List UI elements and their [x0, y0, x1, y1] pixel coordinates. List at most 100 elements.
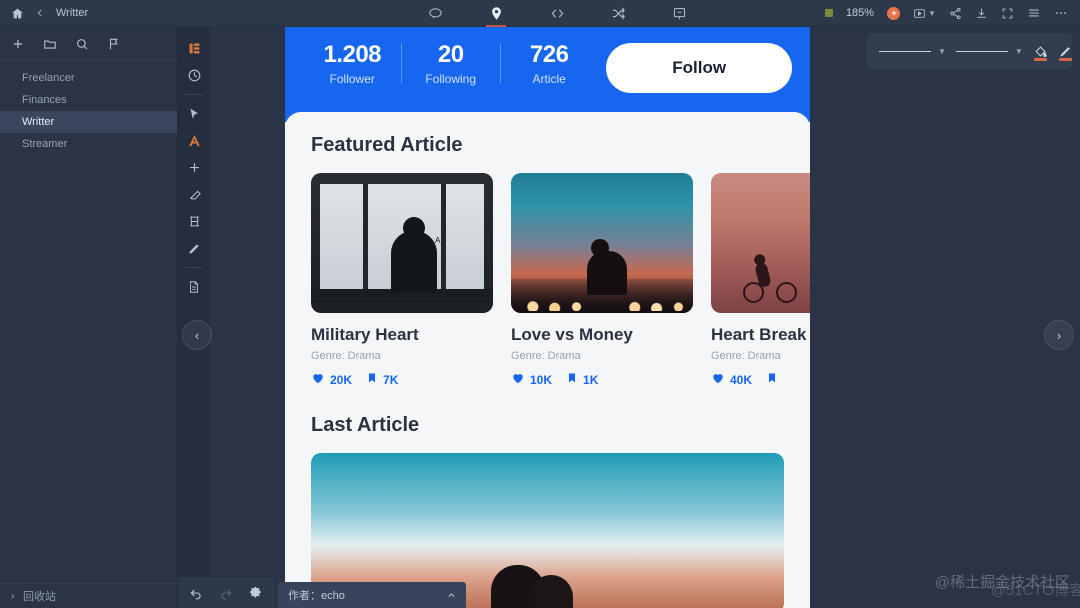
stroke-width-dropdown[interactable]: ▼	[955, 47, 1023, 56]
add-shape-icon[interactable]	[180, 154, 208, 181]
play-dropdown[interactable]: ▼	[913, 7, 936, 20]
heart-icon	[711, 371, 725, 388]
chevron-right-icon[interactable]	[9, 593, 16, 600]
sidebar-item-label: Writter	[22, 116, 55, 128]
chevron-down-icon[interactable]: ▼	[1015, 47, 1023, 56]
chevron-left-icon[interactable]	[35, 8, 45, 18]
stat-following[interactable]: 20 Following	[401, 39, 499, 86]
stat-follower[interactable]: 1.208 Follower	[303, 39, 401, 86]
page-icon[interactable]	[180, 273, 208, 300]
chevron-up-icon[interactable]	[447, 591, 456, 600]
like-stat[interactable]: 20K	[311, 371, 352, 388]
flag-icon[interactable]	[107, 37, 121, 51]
brush-icon[interactable]	[1058, 40, 1073, 62]
sidebar-item-writter[interactable]: Writter	[0, 111, 177, 133]
save-stat[interactable]: 7K	[366, 371, 398, 388]
status-dot	[824, 9, 833, 17]
article-stats: 40K	[711, 371, 810, 388]
pointer-icon[interactable]	[180, 100, 208, 127]
author-bar[interactable]: 作者：echo	[278, 582, 466, 608]
folder-icon[interactable]	[43, 37, 57, 51]
download-icon[interactable]	[975, 7, 988, 20]
fill-bucket-icon[interactable]	[1033, 40, 1048, 62]
follow-button[interactable]: Follow	[606, 43, 792, 93]
article-title: Military Heart	[311, 325, 419, 344]
more-icon[interactable]	[1054, 6, 1068, 20]
like-stat[interactable]: 10K	[511, 371, 552, 388]
window-title: Writter	[56, 7, 89, 19]
next-artboard-button[interactable]: ›	[1044, 320, 1074, 350]
phone-mockup[interactable]: 1.208 Follower 20 Following 726 Article …	[285, 27, 810, 608]
presentation-icon[interactable]	[670, 0, 689, 27]
stroke-style-dropdown[interactable]: ▼	[879, 47, 946, 56]
menu-icon[interactable]	[1027, 6, 1041, 20]
couple-silhouette	[587, 239, 628, 295]
fullscreen-icon[interactable]	[1001, 7, 1014, 20]
shuffle-icon[interactable]	[609, 0, 628, 27]
canvas[interactable]: ‹ › 1.208 Follower 20 Following 726 Arti…	[182, 27, 1080, 608]
brush-color-indicator	[1058, 58, 1072, 61]
article-card[interactable]: Heart Break Genre: Drama 40K	[711, 173, 810, 388]
title-bar: Writter 185% ▼	[0, 0, 1080, 27]
stat-value: 1.208	[323, 41, 382, 68]
window-mullion	[362, 184, 368, 291]
save-stat[interactable]	[766, 371, 778, 388]
sidebar-item-finances[interactable]: Finances	[0, 89, 177, 111]
text-icon[interactable]	[180, 127, 208, 154]
article-stats: 20K 7K	[311, 371, 493, 388]
layers-icon[interactable]	[180, 35, 208, 62]
share-icon[interactable]	[949, 7, 962, 20]
recycle-bin-label: 回收站	[23, 591, 56, 603]
candles	[511, 297, 693, 311]
like-count: 10K	[530, 372, 553, 387]
stat-article[interactable]: 726 Article	[499, 39, 598, 86]
chevron-down-icon[interactable]: ▼	[928, 9, 936, 18]
history-icon[interactable]	[180, 62, 208, 89]
content-sheet: Featured Article +A Military Heart Genre…	[285, 112, 810, 608]
sidebar-item-streamer[interactable]: Streamer	[0, 133, 177, 155]
redo-icon[interactable]	[219, 586, 233, 600]
article-card[interactable]: Love vs Money Genre: Drama 10K 1K	[511, 173, 693, 388]
location-pin-icon[interactable]	[487, 0, 506, 27]
comment-icon[interactable]	[426, 0, 445, 27]
stat-label: Article	[532, 72, 566, 86]
search-icon[interactable]	[75, 37, 89, 51]
bookmark-icon	[366, 371, 378, 388]
recycle-bin-row[interactable]: 回收站	[0, 583, 178, 608]
sidebar-list: Freelancer Finances Writter Streamer	[0, 61, 177, 155]
chevron-left-icon: ‹	[194, 327, 200, 343]
prev-artboard-button[interactable]: ‹	[182, 320, 212, 350]
title-bar-center-tools	[290, 0, 825, 27]
save-stat[interactable]: 1K	[566, 371, 598, 388]
undo-icon[interactable]	[189, 586, 203, 600]
last-section-title: Last Article	[311, 414, 420, 436]
window-mullion	[441, 184, 447, 291]
save-count: 1K	[583, 372, 599, 387]
sidebar-item-freelancer[interactable]: Freelancer	[0, 67, 177, 89]
stroke-preview	[879, 50, 931, 52]
article-thumbnail	[711, 173, 810, 313]
stat-value: 726	[529, 41, 569, 68]
profile-header: 1.208 Follower 20 Following 726 Article …	[285, 27, 810, 122]
eraser-icon[interactable]	[180, 181, 208, 208]
title-bar-left: Writter	[0, 7, 290, 20]
wheel	[776, 282, 797, 303]
component-icon[interactable]	[180, 208, 208, 235]
article-card[interactable]: +A Military Heart Genre: Drama 20K 7K	[311, 173, 493, 388]
cyclist-silhouette	[743, 259, 797, 303]
heart-icon	[311, 371, 325, 388]
sidebar-toolbar	[0, 27, 177, 61]
heart-icon	[511, 371, 525, 388]
add-icon[interactable]	[11, 37, 25, 51]
stroke-preview	[955, 50, 1008, 52]
chevron-down-icon[interactable]: ▼	[938, 47, 946, 56]
home-icon[interactable]	[11, 7, 24, 20]
app-window: Writter 185% ▼ Freelancer Finances Writt…	[0, 0, 1080, 608]
like-stat[interactable]: 40K	[711, 371, 752, 388]
gear-icon[interactable]	[249, 586, 263, 600]
record-button[interactable]	[887, 6, 901, 20]
code-icon[interactable]	[548, 0, 567, 27]
zoom-level[interactable]: 185%	[846, 7, 874, 19]
pencil-icon[interactable]	[180, 235, 208, 262]
article-thumbnail: +A	[311, 173, 493, 313]
